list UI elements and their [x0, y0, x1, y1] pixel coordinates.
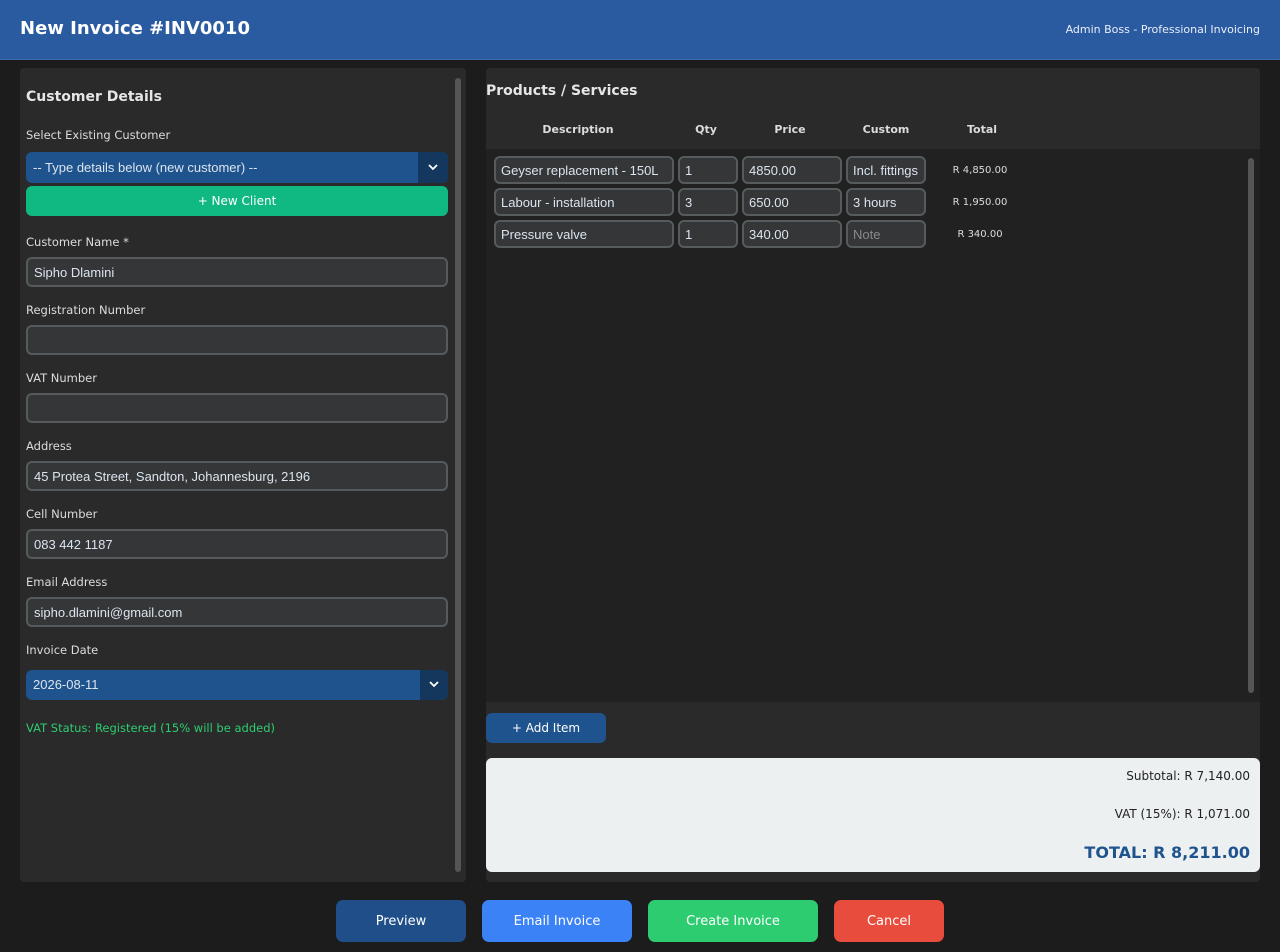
subtotal-text: Subtotal: R 7,140.00	[1126, 769, 1250, 783]
customer-panel-scrollbar[interactable]	[455, 78, 461, 872]
select-customer-value: -- Type details below (new customer) --	[33, 160, 258, 175]
products-title: Products / Services	[486, 83, 638, 99]
invoice-date-value: 2026-08-11	[33, 677, 99, 692]
preview-button[interactable]: Preview	[336, 900, 466, 942]
title-bar: New Invoice #INV0010 Admin Boss - Profes…	[0, 0, 1280, 60]
item-qty-input[interactable]	[678, 188, 738, 216]
invoice-date-label: Invoice Date	[26, 643, 99, 657]
registration-number-label: Registration Number	[26, 303, 146, 317]
add-item-button[interactable]: + Add Item	[486, 713, 606, 743]
items-scrollbar[interactable]	[1248, 158, 1254, 693]
chevron-down-icon[interactable]	[420, 670, 448, 700]
item-custom-input[interactable]	[846, 188, 926, 216]
cell-number-label: Cell Number	[26, 507, 98, 521]
vat-number-input[interactable]	[26, 393, 448, 423]
cancel-button[interactable]: Cancel	[834, 900, 944, 942]
select-customer-dropdown[interactable]: -- Type details below (new customer) --	[26, 152, 448, 183]
customer-name-input[interactable]	[26, 257, 448, 287]
totals-summary: Subtotal: R 7,140.00 VAT (15%): R 1,071.…	[486, 758, 1260, 872]
item-qty-input[interactable]	[678, 156, 738, 184]
item-total: R 340.00	[957, 229, 1003, 240]
address-label: Address	[26, 439, 72, 453]
chevron-down-icon[interactable]	[418, 152, 448, 183]
page-title: New Invoice #INV0010	[20, 18, 250, 39]
item-price-input[interactable]	[742, 220, 842, 248]
invoice-date-dropdown[interactable]: 2026-08-11	[26, 670, 448, 700]
column-header-description: Description	[542, 123, 614, 136]
app-subtitle: Admin Boss - Professional Invoicing	[1065, 23, 1260, 36]
column-header-price: Price	[774, 123, 806, 136]
item-custom-input[interactable]	[846, 220, 926, 248]
customer-name-label: Customer Name *	[26, 235, 129, 249]
customer-details-title: Customer Details	[26, 89, 162, 105]
column-header-custom: Custom	[862, 123, 910, 136]
vat-number-label: VAT Number	[26, 371, 97, 385]
select-customer-label: Select Existing Customer	[26, 128, 171, 142]
item-total: R 4,850.00	[952, 165, 1008, 176]
email-invoice-button[interactable]: Email Invoice	[482, 900, 632, 942]
vat-status-text: VAT Status: Registered (15% will be adde…	[26, 721, 275, 735]
item-price-input[interactable]	[742, 188, 842, 216]
cell-number-input[interactable]	[26, 529, 448, 559]
item-description-input[interactable]	[494, 156, 674, 184]
address-input[interactable]	[26, 461, 448, 491]
products-panel: Products / Services Description Qty Pric…	[486, 68, 1260, 882]
column-header-qty: Qty	[695, 123, 717, 136]
item-description-input[interactable]	[494, 220, 674, 248]
email-address-input[interactable]	[26, 597, 448, 627]
item-price-input[interactable]	[742, 156, 842, 184]
new-client-button[interactable]: + New Client	[26, 186, 448, 216]
grand-total-text: TOTAL: R 8,211.00	[1084, 843, 1250, 862]
item-total: R 1,950.00	[952, 197, 1008, 208]
registration-number-input[interactable]	[26, 325, 448, 355]
line-items-list: R 4,850.00 R 1,950.00 R 340.00	[486, 149, 1260, 702]
item-description-input[interactable]	[494, 188, 674, 216]
vat-amount-text: VAT (15%): R 1,071.00	[1114, 807, 1250, 821]
email-address-label: Email Address	[26, 575, 108, 589]
item-qty-input[interactable]	[678, 220, 738, 248]
column-header-total: Total	[966, 123, 998, 136]
create-invoice-button[interactable]: Create Invoice	[648, 900, 818, 942]
customer-details-panel: Customer Details Select Existing Custome…	[20, 68, 466, 882]
item-custom-input[interactable]	[846, 156, 926, 184]
